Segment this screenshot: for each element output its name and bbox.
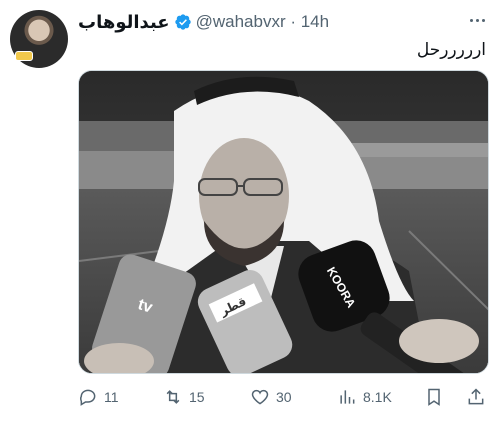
heart-icon <box>251 389 269 405</box>
like-count: 30 <box>276 389 292 405</box>
share-button[interactable] <box>466 384 486 410</box>
reply-count: 11 <box>104 389 119 405</box>
tweet-header: عبدالوهاب @wahabvxr · 14h <box>78 10 329 34</box>
tweet[interactable]: عبدالوهاب @wahabvxr · 14h ارررررحل tv قط… <box>0 0 500 425</box>
display-name[interactable]: عبدالوهاب <box>78 12 170 33</box>
affiliate-badge <box>15 51 33 61</box>
handle-and-time[interactable]: @wahabvxr · 14h <box>196 12 330 32</box>
retweet-icon <box>166 390 180 404</box>
bookmark-icon <box>428 388 440 406</box>
like-button[interactable]: 30 <box>250 384 292 410</box>
tweet-photo[interactable]: tv قطر KOORA <box>78 70 489 374</box>
views-button[interactable]: 8.1K <box>337 384 392 410</box>
reply-icon <box>80 389 96 406</box>
retweet-button[interactable]: 15 <box>163 384 205 410</box>
photo-content: tv قطر KOORA <box>79 71 488 373</box>
views-chart-icon <box>340 390 355 404</box>
tweet-text: ارررررحل <box>416 40 486 59</box>
verified-badge-icon <box>174 14 191 30</box>
retweet-count: 15 <box>189 389 205 405</box>
more-options-icon[interactable] <box>466 10 488 30</box>
tweet-actions: 11 15 30 8.1K <box>78 384 490 410</box>
view-count: 8.1K <box>363 389 392 405</box>
reply-button[interactable]: 11 <box>78 384 119 410</box>
bookmark-button[interactable] <box>424 384 444 410</box>
share-icon <box>468 388 484 405</box>
